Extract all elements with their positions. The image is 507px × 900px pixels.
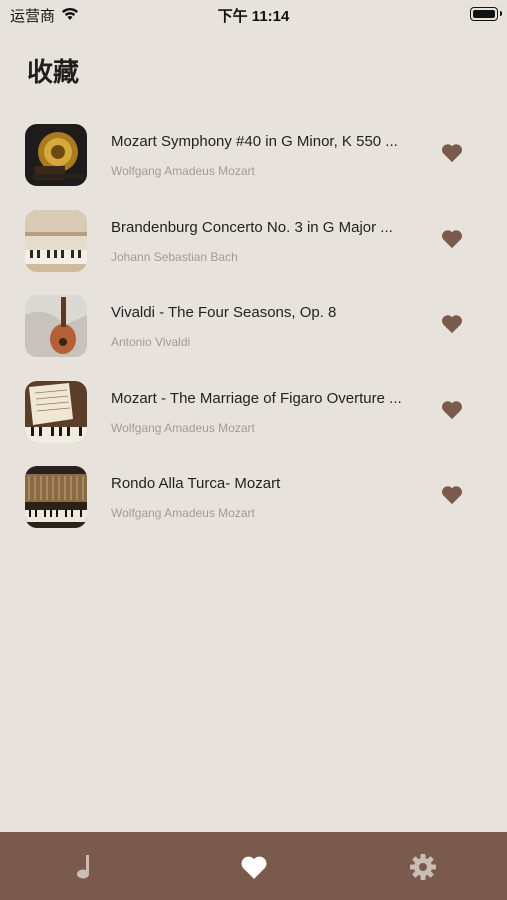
album-cover-gramophone: [25, 124, 87, 186]
gear-icon: [410, 854, 436, 880]
album-cover-guitar: [25, 295, 87, 357]
tab-favorites[interactable]: [239, 852, 269, 882]
favorite-heart-icon[interactable]: [441, 143, 465, 165]
album-cover-sheet-music: [25, 380, 87, 443]
song-title: Mozart Symphony #40 in G Minor, K 550 ..…: [111, 133, 398, 150]
album-cover-grand-piano: [25, 466, 87, 528]
artist-name: Antonio Vivaldi: [111, 335, 191, 349]
favorite-heart-icon[interactable]: [441, 314, 465, 336]
artist-name: Wolfgang Amadeus Mozart: [111, 506, 255, 520]
favorite-heart-icon[interactable]: [441, 485, 465, 507]
tab-settings[interactable]: [408, 852, 438, 882]
list-item[interactable]: Mozart Symphony #40 in G Minor, K 550 ..…: [0, 112, 507, 198]
page-title: 收藏: [27, 58, 80, 88]
song-title: Brandenburg Concerto No. 3 in G Major ..…: [111, 218, 393, 236]
favorite-heart-icon[interactable]: [441, 400, 465, 422]
music-note-icon: [77, 855, 89, 879]
status-bar: 运营商 下午 11:14: [0, 0, 507, 28]
artist-name: Wolfgang Amadeus Mozart: [111, 164, 255, 178]
list-item[interactable]: Rondo Alla Turca- Mozart Wolfgang Amadeu…: [0, 454, 507, 540]
favorite-heart-icon[interactable]: [441, 229, 465, 251]
status-time: 下午 11:14: [217, 8, 290, 25]
heart-icon: [241, 856, 267, 879]
song-title: Mozart - The Marriage of Figaro Overture…: [111, 389, 402, 407]
list-item[interactable]: Vivaldi - The Four Seasons, Op. 8 Antoni…: [0, 283, 507, 369]
list-item[interactable]: Mozart - The Marriage of Figaro Overture…: [0, 369, 507, 455]
tab-music[interactable]: [70, 852, 100, 882]
artist-name: Wolfgang Amadeus Mozart: [111, 420, 255, 435]
favorites-list: Mozart Symphony #40 in G Minor, K 550 ..…: [0, 112, 507, 540]
list-item[interactable]: Brandenburg Concerto No. 3 in G Major ..…: [0, 198, 507, 284]
song-title: Rondo Alla Turca- Mozart: [111, 475, 281, 492]
album-cover-piano-keys: [25, 209, 87, 272]
tab-bar: [0, 832, 507, 900]
song-title: Vivaldi - The Four Seasons, Op. 8: [111, 304, 337, 321]
battery-icon: [470, 7, 502, 21]
artist-name: Johann Sebastian Bach: [111, 249, 238, 264]
